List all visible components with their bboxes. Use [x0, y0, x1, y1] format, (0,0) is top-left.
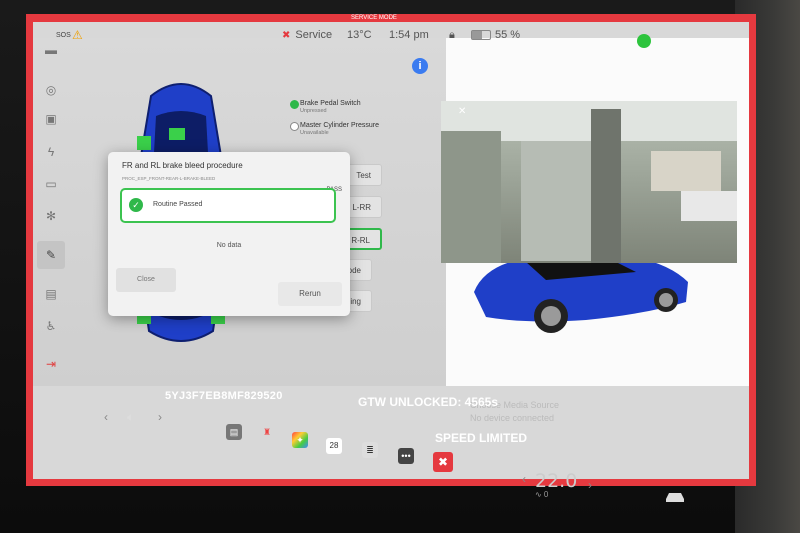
- option-brake-pedal-switch[interactable]: Brake Pedal Switch Unpressed: [290, 100, 361, 114]
- service-mode-tag: SERVICE MODE: [351, 15, 397, 21]
- close-icon[interactable]: ✕: [458, 106, 466, 117]
- fan-indicator: ∿ 0: [535, 490, 549, 499]
- temp-up-icon[interactable]: ›: [588, 478, 592, 492]
- car-controls-icon[interactable]: [664, 490, 686, 504]
- fluid-icon[interactable]: ▤: [43, 286, 59, 302]
- sidebar: ▬ ◎ ▣ ϟ ▭ ✻ ✎ ▤ ♿︎ ⇥: [33, 38, 69, 378]
- calendar-icon[interactable]: 28: [326, 438, 342, 454]
- option-label: Brake Pedal Switch: [300, 100, 361, 107]
- warning-icon: ⚠: [72, 28, 83, 42]
- cabin-temperature[interactable]: 22.0: [535, 470, 577, 492]
- battery-fill: [472, 31, 482, 39]
- car-icon[interactable]: ▬: [43, 42, 59, 58]
- no-data-text: No data: [216, 242, 242, 249]
- camera-feed[interactable]: ✕: [441, 101, 737, 263]
- brake-tool-icon[interactable]: ✎: [37, 241, 65, 269]
- option-label: Master Cylinder Pressure: [300, 122, 379, 129]
- radio-on-icon: [290, 100, 299, 109]
- seat-icon[interactable]: ♿︎: [43, 318, 59, 334]
- option-status: Unpressed: [300, 108, 327, 114]
- procedure-id: PROC_ESP_FRONT-REAR-L-BRAKE-BLEED: [122, 176, 216, 181]
- battery-module-icon[interactable]: ▭: [43, 176, 59, 192]
- wrench-icon: ✖: [282, 29, 291, 41]
- result-text: Routine Passed: [153, 201, 203, 208]
- option-status: Unavailable: [300, 130, 329, 136]
- chevron-right-icon[interactable]: ›: [158, 410, 162, 424]
- info-button[interactable]: i: [412, 58, 428, 74]
- result-box: ✓ Routine Passed: [120, 188, 336, 223]
- status-dot: [637, 34, 651, 48]
- service-wrench-icon[interactable]: ✖: [433, 452, 453, 472]
- chevron-left-icon[interactable]: ‹: [104, 410, 108, 424]
- battery-icon: [471, 30, 491, 40]
- close-button[interactable]: Close: [116, 268, 176, 292]
- lock-icon[interactable]: 🔒︎: [449, 29, 471, 42]
- snowflake-icon[interactable]: ✻: [43, 208, 59, 224]
- battery-percent: 55 %: [495, 29, 521, 41]
- gtw-status: GTW UNLOCKED: 4565s: [358, 395, 499, 409]
- procedure-dialog: FR and RL brake bleed procedure PROC_ESP…: [108, 152, 350, 316]
- radio-off-icon: [290, 122, 299, 131]
- chip-icon[interactable]: ▣: [43, 111, 59, 127]
- speed-limited-status: SPEED LIMITED: [435, 431, 528, 445]
- notes-icon[interactable]: ≣: [362, 442, 378, 458]
- app-manual-icon[interactable]: ▤: [226, 424, 242, 440]
- check-icon: ✓: [129, 198, 143, 212]
- garage-view: [441, 101, 737, 263]
- service-label: Service: [295, 29, 333, 41]
- battery-indicator: 55 %: [471, 29, 520, 41]
- more-apps-icon[interactable]: •••: [398, 448, 414, 464]
- dialog-title: FR and RL brake bleed procedure: [122, 161, 243, 170]
- volume-icon[interactable]: 🔈︎: [127, 410, 134, 425]
- option-master-cylinder[interactable]: Master Cylinder Pressure Unavailable: [290, 122, 379, 136]
- outside-temperature: 13°C: [347, 29, 372, 41]
- temp-down-icon[interactable]: ‹: [522, 472, 526, 486]
- vin-text: 5YJ3F7EB8MF829520: [165, 390, 283, 402]
- service-status-bar: 5YJ3F7EB8MF829520 GTW UNLOCKED: 4565s: [120, 388, 680, 428]
- lightning-icon[interactable]: ϟ: [43, 144, 59, 160]
- exit-icon[interactable]: ⇥: [43, 356, 59, 372]
- joystick-icon[interactable]: ♜: [259, 424, 275, 440]
- toybox-icon[interactable]: ✦: [292, 432, 308, 448]
- rerun-button[interactable]: Rerun: [278, 282, 342, 306]
- clock: 1:54 pm: [389, 29, 429, 41]
- steering-wheel-icon[interactable]: ◎: [43, 82, 59, 98]
- service-indicator[interactable]: ✖ Service: [282, 29, 347, 41]
